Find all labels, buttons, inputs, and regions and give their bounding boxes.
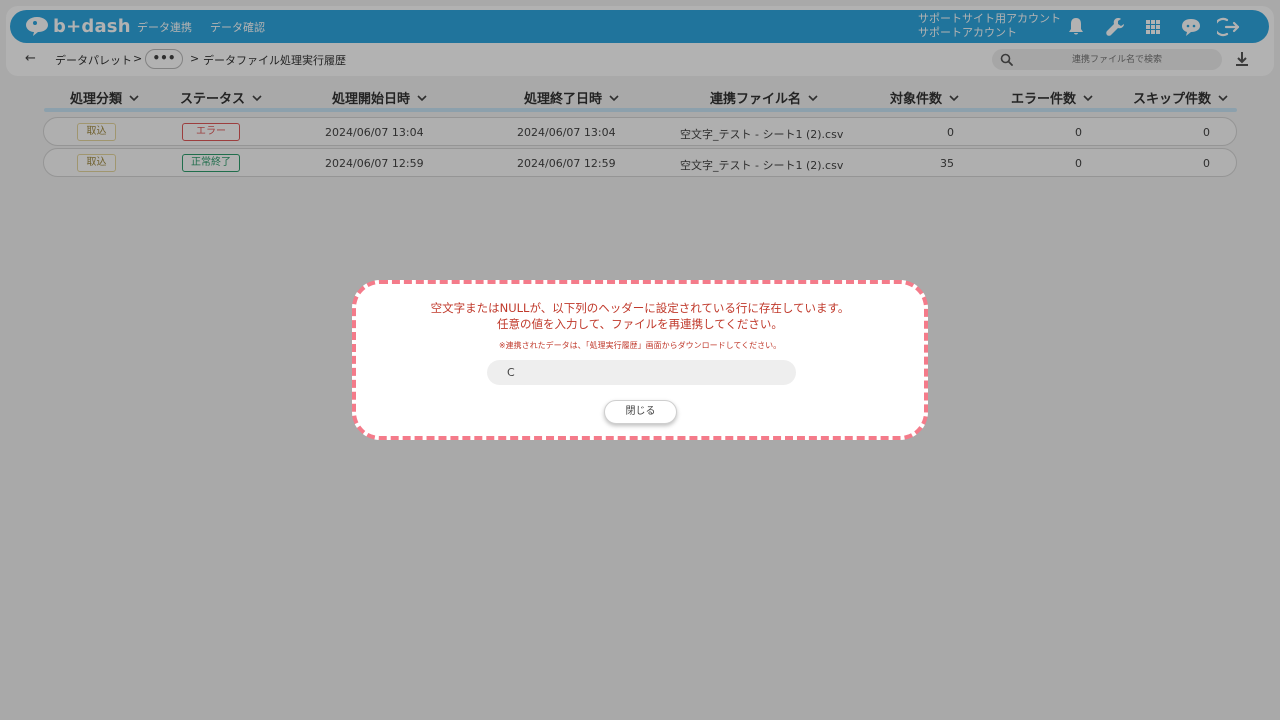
- dialog-message-line-2: 任意の値を入力して、ファイルを再連携してください。: [497, 317, 783, 331]
- column-name-field: C: [487, 360, 796, 385]
- dialog-note: ※連携されたデータは、「処理実行履歴」画面からダウンロードしてください。: [498, 341, 782, 350]
- dialog-message: 空文字またはNULLが、以下列のヘッダーに設定されている行に存在しています。 任…: [356, 300, 924, 332]
- dialog-message-line-1: 空文字またはNULLが、以下列のヘッダーに設定されている行に存在しています。: [430, 301, 850, 315]
- close-button[interactable]: 閉じる: [604, 400, 677, 424]
- error-dialog: 空文字またはNULLが、以下列のヘッダーに設定されている行に存在しています。 任…: [352, 280, 928, 440]
